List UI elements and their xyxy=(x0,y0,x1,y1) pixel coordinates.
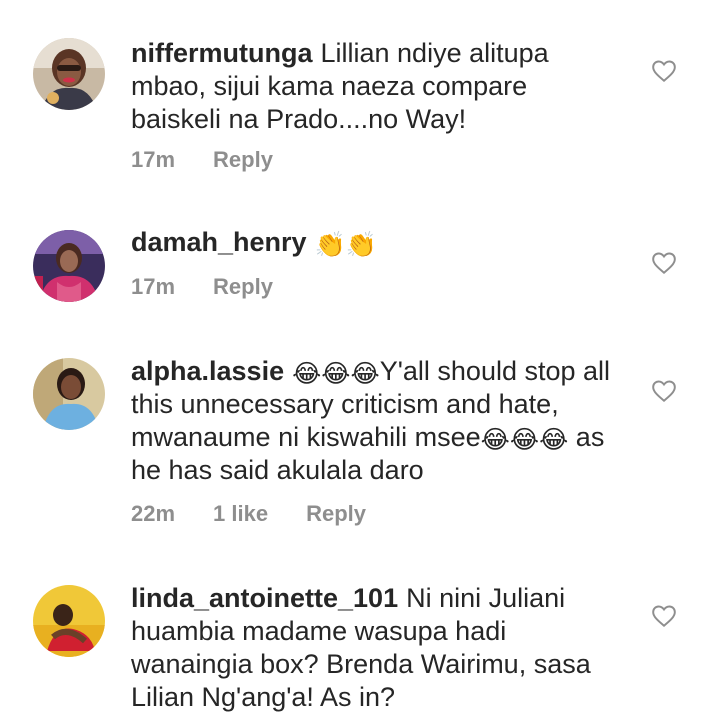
comment-text: alpha.lassie 😂😂😂Y'all should stop all thi… xyxy=(131,355,621,487)
laughing-emoji: 😂😂😂 xyxy=(292,360,380,388)
comment-meta: 17m Reply xyxy=(131,147,311,173)
like-count[interactable]: 1 like xyxy=(213,501,268,526)
timestamp: 17m xyxy=(131,274,176,299)
username[interactable]: niffermutunga xyxy=(131,38,313,68)
reply-button[interactable]: Reply xyxy=(213,274,273,299)
comment-meta: 17m Reply xyxy=(131,274,311,300)
reply-button[interactable]: Reply xyxy=(213,147,273,172)
username[interactable]: damah_henry xyxy=(131,227,307,257)
avatar-image xyxy=(33,358,105,430)
username[interactable]: alpha.lassie xyxy=(131,356,284,386)
comment-text: damah_henry 👏👏 xyxy=(131,226,621,259)
avatar-image xyxy=(33,585,105,657)
clapping-hands-emoji: 👏👏 xyxy=(314,231,377,259)
comment-text: niffermutunga Lillian ndiye alitupa mbao,… xyxy=(131,37,621,136)
like-heart-icon[interactable] xyxy=(651,250,677,276)
laughing-emoji: 😂😂😂 xyxy=(480,426,569,454)
avatar[interactable] xyxy=(33,38,105,110)
avatar[interactable] xyxy=(33,585,105,657)
like-heart-icon[interactable] xyxy=(651,378,677,404)
avatar[interactable] xyxy=(33,230,105,302)
timestamp: 22m xyxy=(131,501,176,526)
avatar-image xyxy=(33,38,105,110)
like-heart-icon[interactable] xyxy=(651,603,677,629)
reply-button[interactable]: Reply xyxy=(306,501,366,526)
username[interactable]: linda_antoinette_101 xyxy=(131,583,398,613)
avatar-image xyxy=(33,230,105,302)
avatar[interactable] xyxy=(33,358,105,430)
like-heart-icon[interactable] xyxy=(651,58,677,84)
comment-text: linda_antoinette_101 Ni nini Juliani huam… xyxy=(131,582,621,714)
comment-meta: 22m 1 like Reply xyxy=(131,501,404,527)
timestamp: 17m xyxy=(131,147,176,172)
